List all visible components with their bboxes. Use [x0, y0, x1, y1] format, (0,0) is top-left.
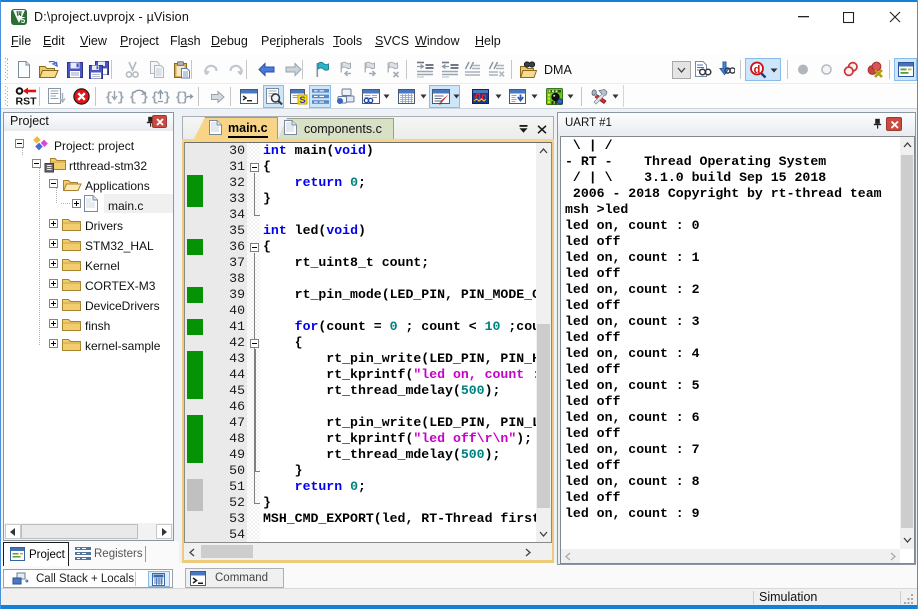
svg-text:}: } [163, 90, 170, 105]
svg-text:5: 5 [21, 16, 26, 25]
svg-text:}: } [181, 90, 189, 105]
svg-text:{: { [105, 90, 113, 105]
svg-text:{: { [151, 90, 159, 105]
svg-text:RST: RST [16, 96, 38, 107]
svg-text:S: S [299, 95, 305, 105]
svg-text:d: d [754, 64, 761, 76]
svg-text:}: } [117, 90, 124, 105]
